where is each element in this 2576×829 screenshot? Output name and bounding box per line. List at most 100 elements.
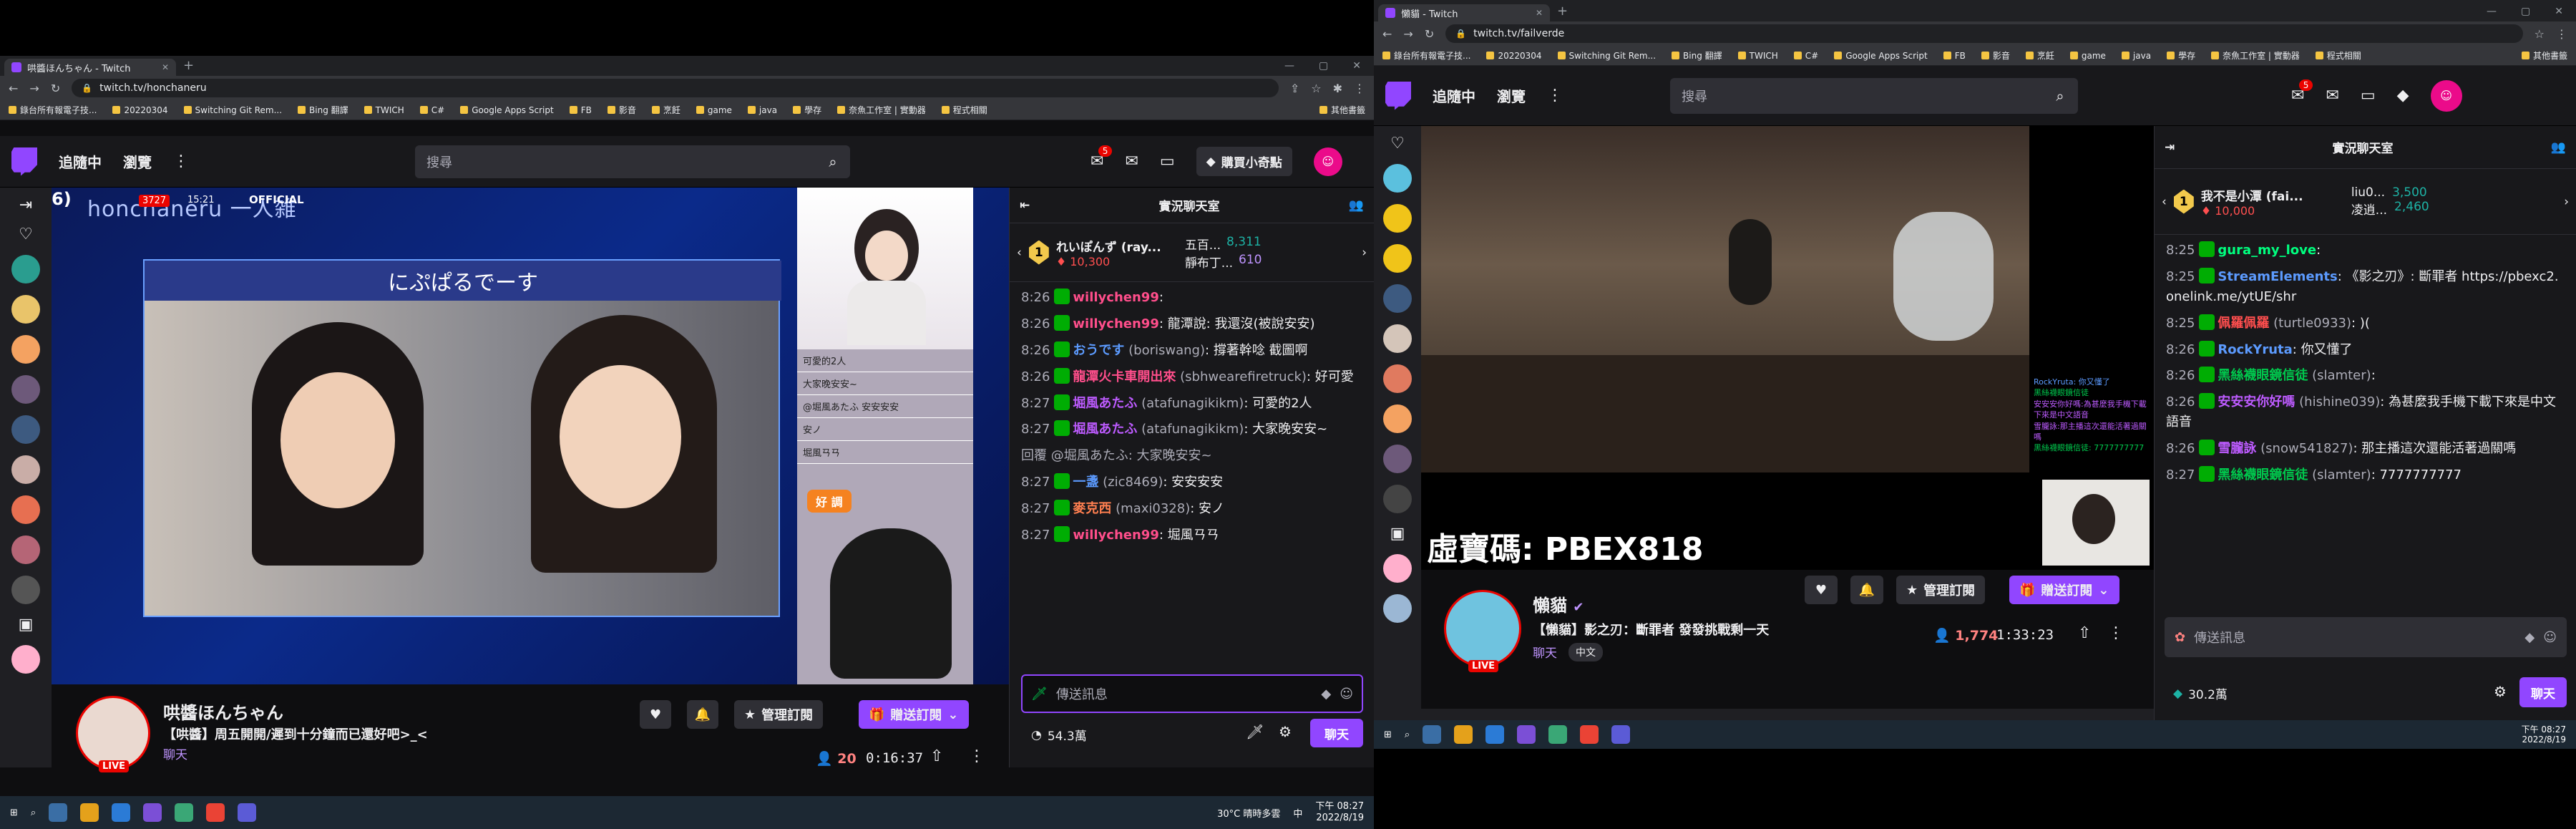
leader-entry[interactable]: れいぽんず (ray... ♦ 10,300 — [1056, 237, 1178, 268]
bookmark-item[interactable]: FB — [569, 105, 592, 115]
chevron-left-icon[interactable]: ‹ — [1017, 246, 1022, 260]
sidebar-channel-avatar[interactable] — [11, 645, 40, 674]
users-icon[interactable]: 👥 — [1349, 198, 1364, 213]
close-window-icon[interactable]: ✕ — [2555, 6, 2563, 17]
channel-name[interactable]: 懶貓 — [1533, 596, 1567, 616]
message-username[interactable]: 黑絲襪眼鏡信徒 — [2218, 467, 2308, 483]
twitch-logo-icon[interactable] — [11, 147, 37, 176]
more-options-icon[interactable]: ⋮ — [969, 747, 985, 765]
message-username[interactable]: 一盞 — [1073, 475, 1098, 490]
reload-icon[interactable]: ↻ — [51, 82, 60, 95]
bits-icon[interactable]: ◆ — [2524, 630, 2534, 645]
right-tab-active[interactable]: 懶貓 - Twitch ✕ — [1378, 4, 1550, 21]
follow-heart-button[interactable]: ♥ — [1805, 576, 1838, 604]
message-username[interactable]: 麥克西 — [1073, 501, 1111, 516]
bookmark-item[interactable]: Google Apps Script — [1834, 51, 1928, 61]
star-icon[interactable]: ☆ — [1311, 82, 1321, 95]
bookmark-item[interactable]: 影音 — [1981, 49, 2010, 62]
twitch-logo-icon[interactable] — [1385, 81, 1411, 110]
nav-following[interactable]: 追隨中 — [1433, 85, 1475, 106]
taskview-icon[interactable] — [1423, 725, 1442, 744]
nav-following[interactable]: 追隨中 — [59, 151, 102, 172]
share-icon[interactable]: ⇪ — [1290, 82, 1299, 95]
follow-heart-button[interactable]: ♥ — [640, 700, 671, 729]
stream-category[interactable]: 聊天 — [163, 745, 187, 762]
bookmark-item[interactable]: FB — [1943, 51, 1966, 61]
bits-icon[interactable]: ◆ — [1321, 687, 1331, 702]
sidebar-channel-avatar[interactable] — [1383, 594, 1412, 623]
bookmark-item[interactable]: 錄台所有報電子技... — [9, 104, 97, 116]
tab-close-icon[interactable]: ✕ — [162, 62, 169, 72]
notification-bell-button[interactable]: 🔔 — [1850, 576, 1883, 604]
back-icon[interactable]: ← — [9, 82, 18, 95]
inbox-icon[interactable]: ✉ — [2326, 87, 2338, 105]
bookmark-item[interactable]: TWICH — [1737, 51, 1778, 61]
bookmark-item[interactable]: Switching Git Rem... — [1557, 51, 1656, 61]
new-tab-button[interactable]: + — [1557, 4, 1568, 19]
users-icon[interactable]: 👥 — [2551, 140, 2566, 155]
whispers-icon[interactable]: ▭ — [2361, 87, 2376, 105]
gift-sub-button[interactable]: 🎁 贈送訂閱 ⌄ — [2009, 576, 2119, 604]
bookmark-item[interactable]: game — [696, 105, 732, 115]
app-icon[interactable] — [1485, 725, 1505, 744]
back-icon[interactable]: ← — [1382, 27, 1392, 41]
app-icon[interactable] — [175, 803, 194, 822]
bookmark-item[interactable]: Bing 翻譯 — [1672, 49, 1722, 62]
app-icon[interactable] — [112, 803, 131, 822]
sidebar-channel-avatar[interactable] — [1383, 244, 1412, 273]
message-username[interactable]: willychen99 — [1073, 316, 1158, 331]
bookmark-item[interactable]: 奈魚工作室 | 實動器 — [837, 104, 926, 116]
share-icon[interactable]: ⇧ — [2078, 624, 2091, 642]
clock[interactable]: 下午 08:27 2022/8/19 — [1315, 801, 1364, 823]
discord-icon[interactable] — [1611, 725, 1631, 744]
bookmark-item[interactable]: C# — [419, 105, 444, 115]
collapse-chat-icon[interactable]: ⇥ — [2165, 140, 2175, 155]
sidebar-channel-avatar[interactable] — [11, 415, 40, 444]
manage-sub-button[interactable]: ★ 管理訂閱 — [734, 700, 824, 729]
chat-input[interactable]: 🗡 傳送訊息 ◆ ☺ — [1021, 674, 1363, 713]
discord-icon[interactable] — [238, 803, 257, 822]
notification-bell-button[interactable]: 🔔 — [687, 700, 718, 729]
settings-icon[interactable]: ⚙ — [2494, 683, 2507, 700]
message-username[interactable]: gura_my_love — [2218, 243, 2316, 258]
clock[interactable]: 下午 08:27 2022/8/19 — [2522, 724, 2566, 745]
sidebar-channel-avatar[interactable] — [11, 495, 40, 524]
stream-category[interactable]: 聊天 — [1533, 643, 1557, 661]
gift-sub-button[interactable]: 🎁 贈送訂閱 ⌄ — [859, 700, 969, 729]
file-explorer-icon[interactable] — [1454, 725, 1473, 744]
manage-sub-button[interactable]: ★ 管理訂閱 — [1896, 576, 1986, 604]
chat-input[interactable]: ✿ 傳送訊息 ◆ ☺ — [2165, 617, 2567, 657]
sidebar-channel-avatar[interactable] — [11, 255, 40, 283]
message-username[interactable]: 安安安你好嗎 — [2218, 394, 2295, 409]
sidebar-channel-avatar[interactable] — [1383, 554, 1412, 583]
message-username[interactable]: おうです — [1073, 343, 1124, 358]
message-username[interactable]: 雪朧詠 — [2218, 441, 2256, 456]
message-username[interactable]: willychen99 — [1073, 528, 1158, 543]
stream-tag[interactable]: 中文 — [1568, 643, 1603, 661]
streamer-avatar[interactable] — [1444, 590, 1521, 667]
video-camera-icon[interactable]: ▣ — [19, 616, 34, 634]
inbox-icon[interactable]: ✉ — [1125, 152, 1138, 170]
streamer-avatar[interactable] — [76, 696, 150, 770]
whispers-icon[interactable]: ▭ — [1160, 152, 1175, 170]
user-avatar[interactable]: ☺ — [1313, 147, 1342, 176]
bookmark-item[interactable]: Google Apps Script — [460, 105, 554, 115]
emote-icon[interactable]: ☺ — [1340, 687, 1353, 702]
sidebar-channel-avatar[interactable] — [11, 295, 40, 324]
sidebar-channel-avatar[interactable] — [11, 335, 40, 364]
sidebar-channel-avatar[interactable] — [11, 535, 40, 564]
bookmark-item[interactable]: Bing 翻譯 — [298, 104, 348, 116]
chevron-right-icon[interactable]: › — [2564, 195, 2569, 209]
collapse-chat-icon[interactable]: ⇤ — [1020, 198, 1030, 213]
app-icon[interactable] — [1548, 725, 1568, 744]
bookmark-item[interactable]: 學存 — [2167, 49, 2195, 62]
search-input[interactable]: 搜尋 — [1670, 77, 2042, 114]
search-icon[interactable]: ⌕ — [816, 145, 850, 178]
video-camera-icon[interactable]: ▣ — [1390, 525, 1405, 543]
vs-icon[interactable] — [143, 803, 162, 822]
left-video-player[interactable]: honchaneru 一人雑 6) 3727 15:21 OFFICIAL にぷ… — [52, 188, 1009, 684]
nav-browse[interactable]: 瀏覽 — [123, 151, 152, 172]
menu-icon[interactable]: ⋮ — [1354, 82, 1365, 95]
search-icon[interactable]: ⌕ — [31, 808, 36, 818]
windows-start-icon[interactable]: ⊞ — [10, 808, 18, 818]
